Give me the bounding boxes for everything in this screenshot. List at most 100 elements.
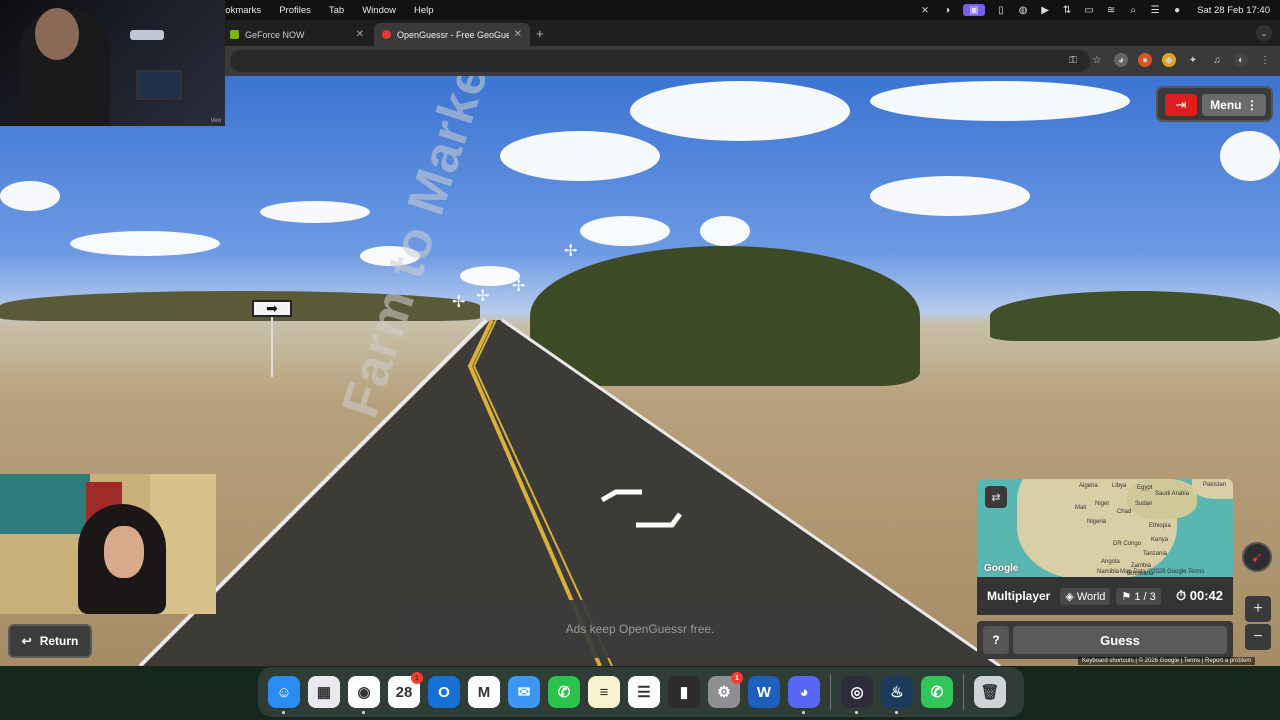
- region-label: World: [1076, 590, 1106, 603]
- network-icon[interactable]: ⇅: [1061, 4, 1073, 16]
- media-control-icon[interactable]: ♫: [1210, 53, 1224, 67]
- search-icon[interactable]: ⌕: [1127, 4, 1139, 16]
- person-face: [35, 8, 79, 60]
- nav-arrow-icon[interactable]: [600, 489, 642, 503]
- extension-icon[interactable]: ◕: [1114, 53, 1128, 67]
- google-logo: Google: [984, 563, 1019, 574]
- street-navigation-arrows[interactable]: [596, 488, 686, 533]
- mute-icon[interactable]: ⨯: [919, 4, 931, 16]
- geforce-favicon-icon: [230, 30, 239, 39]
- exit-button[interactable]: ⇥: [1165, 94, 1197, 116]
- google-footer[interactable]: Keyboard shortcuts | © 2026 Google | Ter…: [1078, 657, 1256, 665]
- display-icon[interactable]: ◑: [941, 4, 953, 16]
- round-badge: ⚑ 1 / 3: [1116, 587, 1161, 605]
- dock-chrome-icon[interactable]: ◉: [348, 676, 380, 714]
- dock-mail-icon[interactable]: ✉: [508, 676, 540, 708]
- tab-search-icon[interactable]: ⌄: [1256, 25, 1272, 41]
- new-tab-icon[interactable]: +: [536, 26, 544, 41]
- dock-outlook-icon[interactable]: O: [428, 676, 460, 708]
- running-indicator: [362, 711, 365, 714]
- dock-finder-icon[interactable]: ☺: [268, 676, 300, 714]
- profile-avatar-icon[interactable]: ◐: [1234, 53, 1248, 67]
- app-glyph: ◎: [850, 684, 864, 701]
- map-label: Saudi Arabia: [1155, 491, 1190, 497]
- zoom-in-button[interactable]: +: [1245, 596, 1271, 622]
- dock-gmail-icon[interactable]: M: [468, 676, 500, 708]
- control-center-icon[interactable]: ☰: [1149, 4, 1161, 16]
- running-indicator: [895, 711, 898, 714]
- running-indicator: [282, 711, 285, 714]
- dock-steam-icon[interactable]: ♨: [881, 676, 913, 714]
- tab-openguessr[interactable]: OpenGuessr - Free GeoGues ✕: [374, 23, 530, 46]
- toolbar-icons: ⚿ ☆ ◕ ● ◆ ✦ ♫ ◐ ⋮: [1066, 53, 1272, 67]
- app-glyph: ☰: [637, 684, 651, 701]
- guess-button[interactable]: Guess: [1013, 626, 1227, 654]
- menu-profiles[interactable]: Profiles: [279, 5, 311, 16]
- dock-whatsapp-icon[interactable]: ✆: [548, 676, 580, 708]
- dock-obs-icon[interactable]: ◎: [841, 676, 873, 714]
- game-mode: Multiplayer: [987, 589, 1051, 603]
- dock-phone-icon[interactable]: ✆: [921, 676, 953, 708]
- menu-button[interactable]: Menu ⋮: [1202, 94, 1266, 116]
- app-menus: ookmarks Profiles Tab Window Help: [220, 5, 434, 16]
- return-label: Return: [39, 634, 79, 648]
- dock-calendar-icon[interactable]: 28 1: [388, 672, 423, 708]
- app-glyph: ✆: [557, 684, 571, 701]
- player-webcam-overlay: [0, 474, 216, 614]
- map-label: Namibia: [1097, 569, 1120, 575]
- puzzle-extensions-icon[interactable]: ✦: [1186, 53, 1200, 67]
- extension-icon[interactable]: ●: [1138, 53, 1152, 67]
- play-icon[interactable]: ▶: [1039, 4, 1051, 16]
- screen-share-icon[interactable]: ▣: [963, 4, 986, 16]
- app-glyph: ▦: [316, 684, 332, 701]
- dock-system-settings-icon[interactable]: ⚙ 1: [708, 672, 743, 708]
- menu-bookmarks[interactable]: ookmarks: [220, 5, 261, 16]
- tab-title: OpenGuessr - Free GeoGues: [397, 29, 509, 40]
- close-tab-icon[interactable]: ✕: [514, 29, 522, 40]
- bookmark-star-icon[interactable]: ☆: [1090, 53, 1104, 67]
- menu-tab[interactable]: Tab: [329, 5, 344, 16]
- sync-icon[interactable]: ◍: [1017, 4, 1029, 16]
- tab-title: GeForce NOW: [245, 29, 305, 40]
- dock-notes-icon[interactable]: ≡: [588, 676, 620, 708]
- password-key-icon[interactable]: ⚿: [1066, 53, 1080, 67]
- wifi-icon[interactable]: ≋: [1105, 4, 1117, 16]
- app-glyph: ♨: [890, 684, 904, 701]
- zoom-out-button[interactable]: −: [1245, 624, 1271, 650]
- dock-separator: [963, 674, 964, 710]
- compass-icon[interactable]: ➹: [1242, 542, 1272, 572]
- dock-word-icon[interactable]: W: [748, 676, 780, 708]
- address-bar[interactable]: [230, 50, 1090, 72]
- battery-status-icon[interactable]: ▯: [995, 4, 1007, 16]
- running-indicator: [855, 711, 858, 714]
- battery-icon[interactable]: ▭: [1083, 4, 1095, 16]
- help-button[interactable]: ?: [983, 626, 1009, 654]
- app-glyph: ◉: [357, 684, 371, 701]
- dock-discord-icon[interactable]: ◕: [788, 676, 820, 714]
- app-glyph: ≡: [599, 683, 609, 701]
- map-label: Ethiopia: [1149, 523, 1171, 529]
- app-glyph: 28: [395, 683, 413, 701]
- more-menu-icon[interactable]: ⋮: [1258, 53, 1272, 67]
- return-button[interactable]: ↩ Return: [8, 624, 92, 658]
- map-attribution[interactable]: Map Data ©2026 Google Terms: [1120, 569, 1204, 575]
- dock-launchpad-icon[interactable]: ▦: [308, 676, 340, 708]
- menu-help[interactable]: Help: [414, 5, 434, 16]
- clock[interactable]: Sat 28 Feb 17:40: [1197, 5, 1270, 16]
- map-label: Egypt: [1137, 485, 1153, 491]
- map-expand-icon[interactable]: ⇄: [985, 486, 1007, 508]
- close-tab-icon[interactable]: ✕: [356, 29, 364, 40]
- map-label: Pakistan: [1203, 482, 1227, 488]
- tab-geforce-now[interactable]: GeForce NOW ✕: [222, 23, 372, 46]
- running-indicator: [802, 711, 805, 714]
- dock-gallery-icon[interactable]: ▮: [668, 676, 700, 708]
- map-label: Libya: [1112, 483, 1127, 489]
- extension-icon[interactable]: ◆: [1162, 53, 1176, 67]
- nav-arrow-icon[interactable]: [636, 512, 683, 528]
- dock-trash-icon[interactable]: 🗑: [974, 676, 1006, 708]
- wall-poster: [0, 474, 90, 534]
- menu-window[interactable]: Window: [362, 5, 396, 16]
- siri-icon[interactable]: ●: [1171, 4, 1183, 16]
- map-label: Tanzania: [1143, 551, 1168, 557]
- dock-reminders-icon[interactable]: ☰: [628, 676, 660, 708]
